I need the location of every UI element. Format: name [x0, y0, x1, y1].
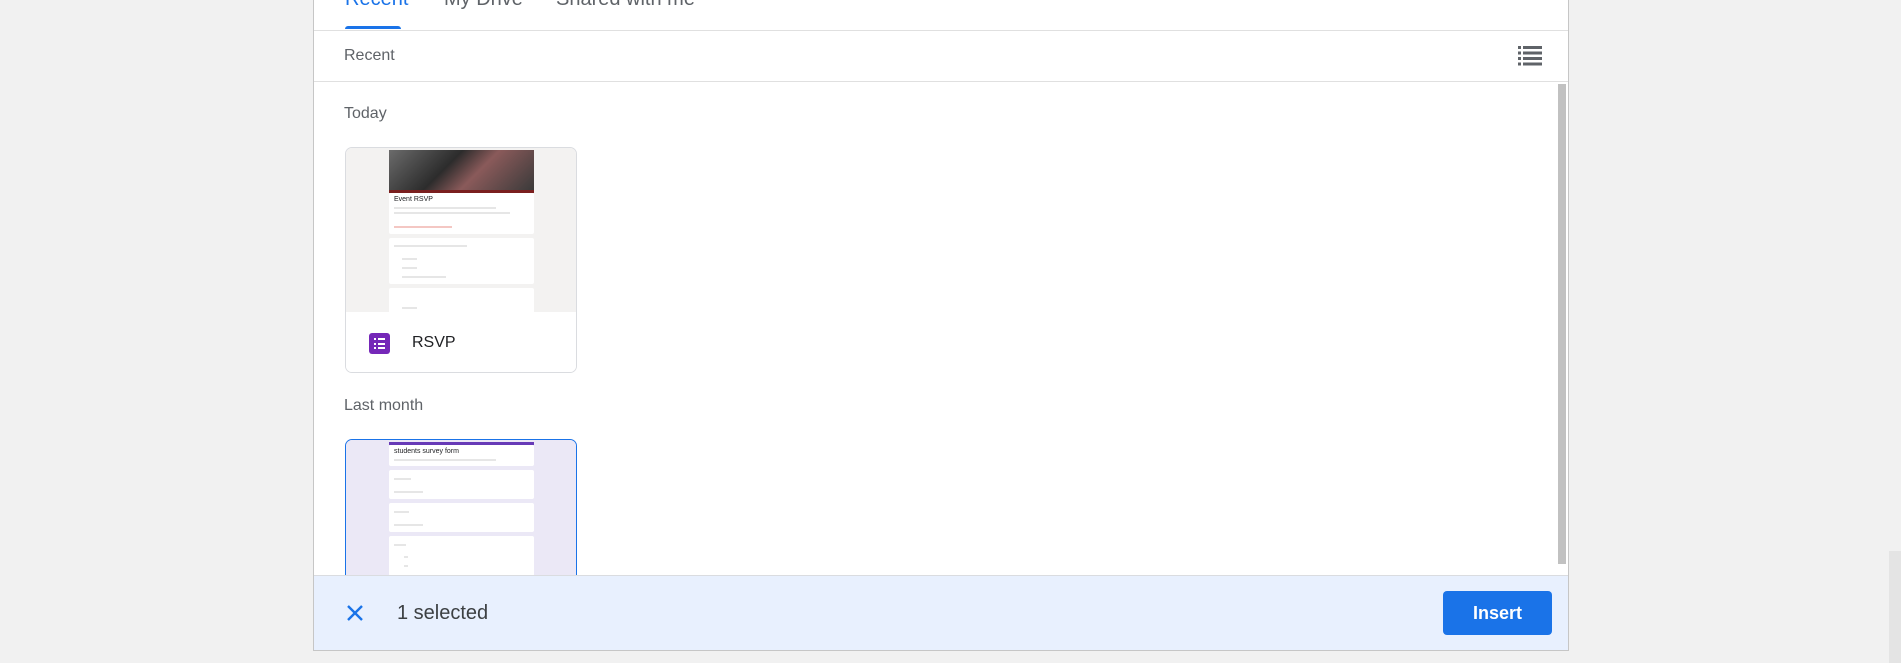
active-tab-indicator — [345, 26, 401, 29]
file-card-rsvp[interactable]: Event RSVP RSVP — [345, 147, 577, 373]
breadcrumb: Recent — [344, 47, 395, 64]
header-photo — [389, 150, 534, 193]
scrollbar[interactable] — [1558, 84, 1566, 564]
breadcrumb-bar: Recent — [314, 30, 1568, 82]
tab-bar: Recent My Drive Shared with me — [314, 0, 1568, 31]
section-label-last-month: Last month — [344, 397, 424, 414]
tab-recent[interactable]: Recent — [345, 0, 408, 11]
selection-footer: 1 selected Insert — [314, 575, 1568, 650]
file-thumbnail: students survey form — [346, 440, 576, 575]
form-preview: Event RSVP — [389, 150, 534, 322]
preview-title: Event RSVP — [394, 196, 433, 203]
tab-shared-with-me[interactable]: Shared with me — [556, 0, 695, 11]
close-icon[interactable] — [344, 602, 366, 624]
form-preview: students survey form — [389, 442, 534, 575]
google-forms-icon — [369, 333, 390, 354]
file-card-students-survey-form[interactable]: students survey form — [345, 439, 577, 575]
page-scrollbar[interactable] — [1889, 551, 1901, 663]
file-card-footer: RSVP — [346, 312, 576, 372]
file-thumbnail: Event RSVP — [346, 148, 576, 318]
section-label-today: Today — [344, 105, 387, 122]
selection-count: 1 selected — [397, 602, 489, 624]
file-name: RSVP — [412, 334, 456, 351]
file-picker-dialog: Recent My Drive Shared with me Recent To… — [313, 0, 1569, 651]
list-view-icon[interactable] — [1518, 44, 1542, 66]
tab-my-drive[interactable]: My Drive — [444, 0, 523, 11]
file-list: Today Event RSVP RSVP Last month student… — [314, 82, 1568, 575]
preview-title: students survey form — [394, 448, 459, 455]
insert-button[interactable]: Insert — [1443, 591, 1552, 635]
